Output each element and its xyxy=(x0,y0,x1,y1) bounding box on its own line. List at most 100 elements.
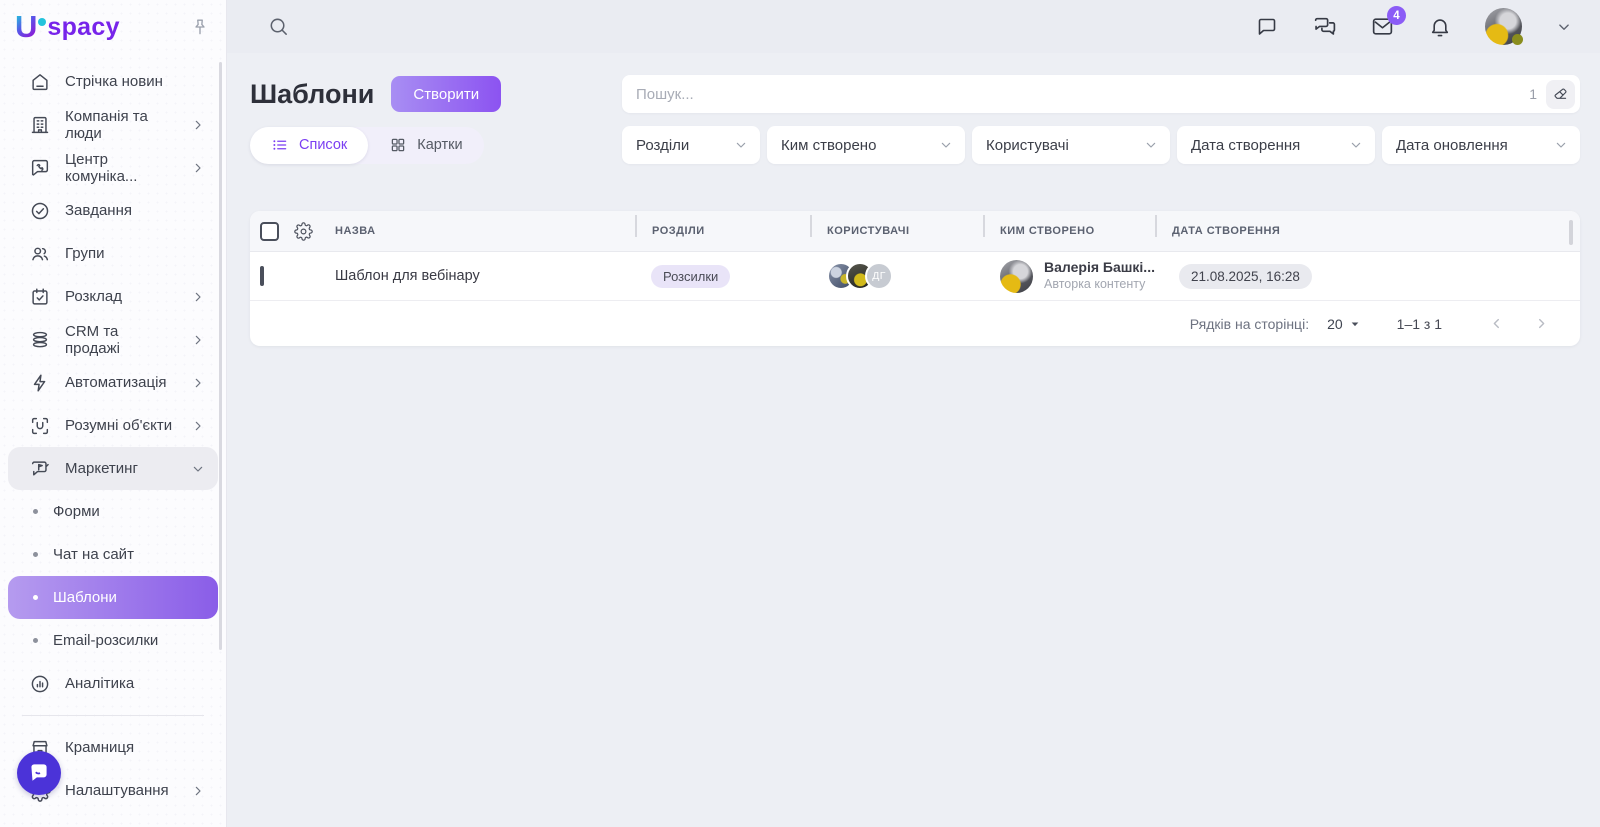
tab-cards-view[interactable]: Картки xyxy=(368,127,483,164)
sidebar: U spacy Стрічка новин Компанія та люди Ц… xyxy=(0,0,227,827)
sidebar-item-label: Групи xyxy=(65,245,105,262)
table-row: Шаблон для вебінару Розсилки ДГ Валерія … xyxy=(250,252,1580,301)
table-header: НАЗВА РОЗДІЛИ КОРИСТУВАЧІ КИМ СТВОРЕНО Д… xyxy=(250,211,1580,252)
marketing-icon xyxy=(29,458,51,480)
mail-badge: 4 xyxy=(1387,6,1406,25)
sidebar-item-groups[interactable]: Групи xyxy=(8,232,218,275)
sidebar-item-label: CRM та продажі xyxy=(65,322,120,357)
pin-sidebar-icon[interactable] xyxy=(190,17,210,37)
sidebar-item-label: Центр комуніка... xyxy=(65,150,138,185)
sidebar-item-label: Стрічка новин xyxy=(65,73,163,90)
tab-label: Картки xyxy=(417,137,463,153)
chevron-right-icon xyxy=(190,160,206,176)
row-users-cell: ДГ xyxy=(810,262,983,290)
sidebar-subitem-label: Шаблони xyxy=(53,589,117,606)
sidebar-item-tasks[interactable]: Завдання xyxy=(8,189,218,232)
search-input[interactable] xyxy=(636,85,1521,103)
sidebar-item-smart-objects[interactable]: Розумні об'єкти xyxy=(8,404,218,447)
select-all-checkbox[interactable] xyxy=(260,221,279,241)
filter-users[interactable]: Користувачі xyxy=(972,126,1170,164)
chevron-right-icon xyxy=(190,332,206,348)
previous-page-button[interactable] xyxy=(1474,315,1519,332)
topbar-actions: 4 xyxy=(1255,6,1573,45)
sidebar-subitem-label: Чат на сайт xyxy=(53,546,134,563)
bullet-icon xyxy=(33,638,38,643)
creator-name: Валерія Башкі... xyxy=(1044,259,1155,276)
filter-bar: Розділи Ким створено Користувачі Дата ст… xyxy=(622,126,1580,164)
user-avatar[interactable] xyxy=(1485,8,1523,45)
sidebar-scrollbar[interactable] xyxy=(219,62,222,650)
logo-row: U spacy xyxy=(0,0,226,54)
tab-list-view[interactable]: Список xyxy=(250,126,369,164)
chevron-down-icon xyxy=(938,137,954,153)
chevron-down-icon xyxy=(1348,137,1364,153)
sidebar-subitem-site-chat[interactable]: Чат на сайт xyxy=(8,533,218,576)
column-header-users: КОРИСТУВАЧІ xyxy=(810,215,983,237)
sidebar-item-marketing[interactable]: Маркетинг xyxy=(8,447,218,490)
logo-dot-icon xyxy=(38,18,47,26)
sidebar-item-analytics[interactable]: Аналітика xyxy=(8,662,218,705)
sidebar-item-company[interactable]: Компанія та люди xyxy=(8,103,218,146)
search-result-count: 1 xyxy=(1529,86,1537,102)
smart-objects-icon xyxy=(29,415,51,437)
database-icon xyxy=(29,329,51,351)
sidebar-item-newsfeed[interactable]: Стрічка новин xyxy=(8,60,218,103)
check-circle-icon xyxy=(29,200,51,222)
chevron-down-icon xyxy=(1143,137,1159,153)
logo-letter: U xyxy=(15,9,38,44)
next-page-button[interactable] xyxy=(1519,315,1564,332)
sidebar-subitem-templates[interactable]: Шаблони xyxy=(8,576,218,619)
sidebar-item-crm[interactable]: CRM та продажі xyxy=(8,318,218,361)
table-scrollbar[interactable] xyxy=(1569,220,1573,245)
filter-sections[interactable]: Розділи xyxy=(622,126,760,164)
filter-created-by[interactable]: Ким створено xyxy=(767,126,965,164)
chevron-down-icon xyxy=(190,461,206,477)
support-chat-fab[interactable] xyxy=(17,751,61,795)
sidebar-item-communication[interactable]: Центр комуніка... xyxy=(8,146,218,189)
comm-center-icon xyxy=(29,157,51,179)
sidebar-item-label: Крамниця xyxy=(65,739,135,756)
building-icon xyxy=(29,114,51,136)
row-checkbox[interactable] xyxy=(260,266,264,286)
people-icon xyxy=(29,243,51,265)
pagination-bar: Рядків на сторінці: 20 1–1 з 1 xyxy=(250,301,1580,346)
bell-icon[interactable] xyxy=(1428,15,1452,39)
app-logo[interactable]: U spacy xyxy=(15,9,120,44)
users-avatar-group: ДГ xyxy=(810,262,983,290)
create-button[interactable]: Створити xyxy=(391,76,502,112)
mail-icon[interactable]: 4 xyxy=(1370,6,1406,39)
sidebar-subitem-forms[interactable]: Форми xyxy=(8,490,218,533)
chevron-down-icon xyxy=(1553,137,1569,153)
sidebar-item-label: Налаштування xyxy=(65,782,169,799)
row-creator-cell: Валерія Башкі... Авторка контенту xyxy=(983,259,1155,293)
creator-avatar xyxy=(1000,259,1033,293)
clear-filters-button[interactable] xyxy=(1546,79,1575,109)
sidebar-item-schedule[interactable]: Розклад xyxy=(8,275,218,318)
rows-per-page-value: 20 xyxy=(1327,315,1343,332)
sidebar-item-automation[interactable]: Автоматизація xyxy=(8,361,218,404)
user-menu-chevron-icon[interactable] xyxy=(1555,18,1573,36)
creator-role: Авторка контенту xyxy=(1044,276,1146,291)
calendar-icon xyxy=(29,286,51,308)
sidebar-subitem-email-campaigns[interactable]: Email-розсилки xyxy=(8,619,218,662)
rows-per-page-select[interactable]: 20 xyxy=(1327,316,1363,332)
messenger-icon[interactable] xyxy=(1312,14,1337,39)
global-search-icon[interactable] xyxy=(267,15,290,38)
template-name-link[interactable]: Шаблон для вебінару xyxy=(335,268,635,284)
app-window: U spacy Стрічка новин Компанія та люди Ц… xyxy=(0,0,1600,827)
sidebar-item-label: Розумні об'єкти xyxy=(65,417,173,434)
chat-icon[interactable] xyxy=(1255,15,1279,39)
filter-label: Користувачі xyxy=(986,136,1069,154)
table-settings-gear-icon[interactable] xyxy=(294,222,313,241)
content: Шаблони Створити 1 Список xyxy=(227,53,1600,827)
sidebar-item-label: Автоматизація xyxy=(65,374,167,391)
chat-smile-icon xyxy=(26,760,52,786)
page-title: Шаблони xyxy=(250,78,375,109)
filter-date-updated[interactable]: Дата оновлення xyxy=(1382,126,1580,164)
filter-date-created[interactable]: Дата створення xyxy=(1177,126,1375,164)
logo-text: spacy xyxy=(47,13,120,41)
chevron-right-icon xyxy=(190,375,206,391)
row-date-cell: 21.08.2025, 16:28 xyxy=(1155,263,1580,289)
sidebar-subitem-label: Email-розсилки xyxy=(53,632,159,649)
column-header-date-created: ДАТА СТВОРЕННЯ xyxy=(1155,215,1580,237)
